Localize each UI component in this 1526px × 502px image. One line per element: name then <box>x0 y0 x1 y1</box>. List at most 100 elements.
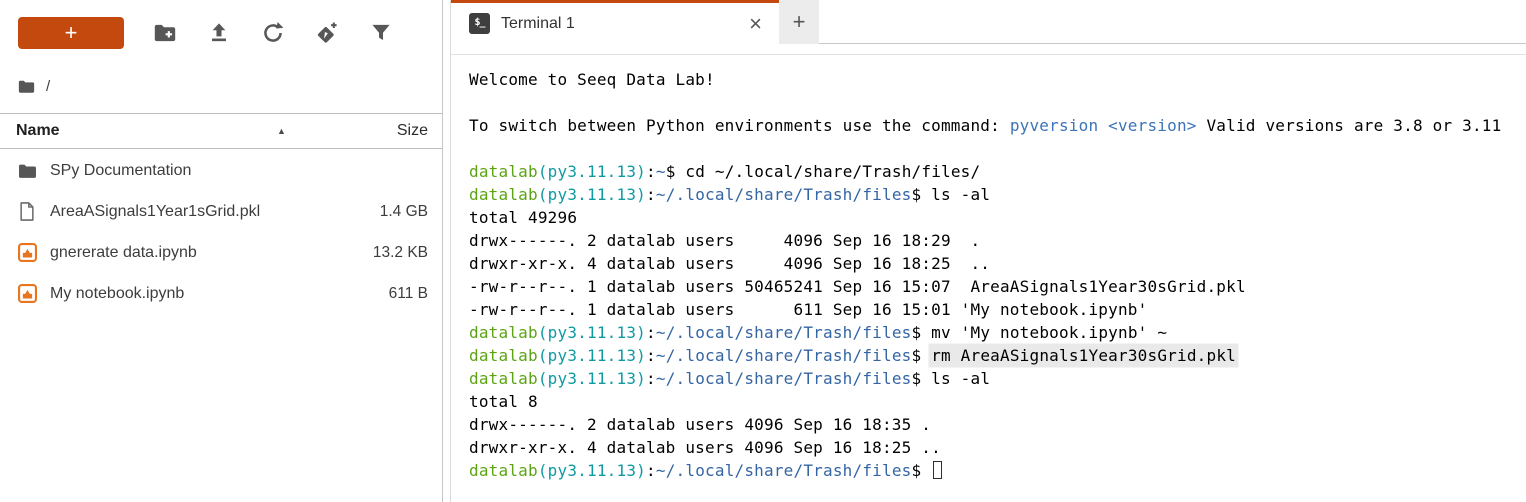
terminal-text-segment: datalab <box>469 461 538 480</box>
terminal-text-segment: total 49296 <box>469 208 577 227</box>
terminal-text-segment: $ ls -al <box>912 369 991 388</box>
terminal-text-segment: ~/.local/share/Trash/files <box>656 323 912 342</box>
notebook-icon <box>18 243 37 262</box>
root-folder-icon <box>18 79 35 94</box>
refresh-icon <box>261 21 285 45</box>
tab-terminal-1[interactable]: $_ Terminal 1 × <box>451 0 779 44</box>
terminal-text-segment: total 8 <box>469 392 538 411</box>
terminal-text-segment: : <box>646 323 656 342</box>
terminal-line: drwx------. 2 datalab users 4096 Sep 16 … <box>469 229 1526 252</box>
terminal-line <box>469 137 1526 160</box>
new-launcher-button[interactable]: + <box>18 17 124 49</box>
terminal-line: -rw-r--r--. 1 datalab users 50465241 Sep… <box>469 275 1526 298</box>
tag-plus-button[interactable] <box>314 20 340 46</box>
file-row[interactable]: My notebook.ipynb 611 B <box>0 273 443 314</box>
terminal-cursor <box>933 461 942 479</box>
new-folder-icon <box>153 21 177 45</box>
file-icon <box>18 201 36 222</box>
terminal-text-segment: : <box>646 162 656 181</box>
terminal-text-segment: drwx------. 2 datalab users 4096 Sep 16 … <box>469 231 980 250</box>
terminal-line: total 8 <box>469 390 1526 413</box>
terminal-line <box>469 91 1526 114</box>
terminal-line: datalab(py3.11.13):~/.local/share/Trash/… <box>469 459 1526 482</box>
name-column-header[interactable]: Name <box>16 122 60 140</box>
terminal-text-segment: drwxr-xr-x. 4 datalab users 4096 Sep 16 … <box>469 254 990 273</box>
terminal-text-segment: (py3.11.13) <box>538 346 646 365</box>
filter-icon <box>370 22 392 44</box>
terminal-line: drwxr-xr-x. 4 datalab users 4096 Sep 16 … <box>469 252 1526 275</box>
file-size: 13.2 KB <box>365 244 428 262</box>
terminal-line: Welcome to Seeq Data Lab! <box>469 68 1526 91</box>
refresh-button[interactable] <box>260 20 286 46</box>
tab-bar: $_ Terminal 1 × + <box>451 0 1526 44</box>
terminal-text-segment: $ ls -al <box>912 185 991 204</box>
terminal-text-segment: : <box>646 346 656 365</box>
terminal-text-segment: datalab <box>469 185 538 204</box>
file-browser-toolbar: + <box>18 17 394 49</box>
terminal-text-segment: $ <box>912 346 932 365</box>
terminal-text-segment: drwx------. 2 datalab users 4096 Sep 16 … <box>469 415 931 434</box>
terminal-line: datalab(py3.11.13):~/.local/share/Trash/… <box>469 183 1526 206</box>
terminal-text-segment: ~ <box>656 162 666 181</box>
file-list-header: Name ▲ Size <box>0 113 443 149</box>
terminal-text-segment: datalab <box>469 369 538 388</box>
terminal-text-segment: Valid versions are 3.8 or 3.11 <box>1197 116 1502 135</box>
terminal-text-segment: datalab <box>469 323 538 342</box>
file-row[interactable]: gnererate data.ipynb 13.2 KB <box>0 232 443 273</box>
terminal-text-segment: : <box>646 369 656 388</box>
terminal-text-segment: (py3.11.13) <box>538 461 646 480</box>
terminal-line: total 49296 <box>469 206 1526 229</box>
terminal-line: drwx------. 2 datalab users 4096 Sep 16 … <box>469 413 1526 436</box>
terminal-text-segment: pyversion <version> <box>1010 116 1197 135</box>
upload-button[interactable] <box>206 20 232 46</box>
breadcrumb-path: / <box>46 78 50 95</box>
terminal-text-segment: $ cd ~/.local/share/Trash/files/ <box>666 162 981 181</box>
close-tab-icon[interactable]: × <box>745 11 766 37</box>
terminal-text-segment: $ <box>912 461 932 480</box>
terminal-text-segment: ~/.local/share/Trash/files <box>656 346 912 365</box>
terminal-text-segment: $ mv 'My notebook.ipynb' ~ <box>912 323 1168 342</box>
tag-plus-icon <box>315 21 339 45</box>
tab-label: Terminal 1 <box>501 15 575 33</box>
terminal-text-segment: : <box>646 461 656 480</box>
terminal-text-segment: -rw-r--r--. 1 datalab users 50465241 Sep… <box>469 277 1246 296</box>
terminal-line: To switch between Python environments us… <box>469 114 1526 137</box>
terminal-text-segment: (py3.11.13) <box>538 162 646 181</box>
file-name: AreaASignals1Year1sGrid.pkl <box>50 203 260 221</box>
new-tab-button[interactable]: + <box>779 0 819 44</box>
file-name: My notebook.ipynb <box>50 285 184 303</box>
terminal-text-segment: Welcome to Seeq Data Lab! <box>469 70 715 89</box>
terminal-text-segment: (py3.11.13) <box>538 323 646 342</box>
terminal-icon: $_ <box>469 13 490 34</box>
file-row[interactable]: SPy Documentation <box>0 150 443 191</box>
terminal-text-segment: drwxr-xr-x. 4 datalab users 4096 Sep 16 … <box>469 438 941 457</box>
new-folder-button[interactable] <box>152 20 178 46</box>
terminal-text-segment: ~/.local/share/Trash/files <box>656 369 912 388</box>
size-column-header[interactable]: Size <box>397 122 428 140</box>
terminal-text-segment: To switch between Python environments us… <box>469 116 1010 135</box>
file-list: SPy Documentation AreaASignals1Year1sGrid… <box>0 150 443 314</box>
filter-button[interactable] <box>368 20 394 46</box>
notebook-icon <box>18 284 37 303</box>
seeq-data-lab-app: + <box>0 0 1526 502</box>
file-name: gnererate data.ipynb <box>50 244 197 262</box>
terminal-line: datalab(py3.11.13):~/.local/share/Trash/… <box>469 344 1526 367</box>
terminal-text-segment: -rw-r--r--. 1 datalab users 611 Sep 16 1… <box>469 300 1147 319</box>
terminal-container: Welcome to Seeq Data Lab! To switch betw… <box>451 54 1526 501</box>
terminal-line: datalab(py3.11.13):~$ cd ~/.local/share/… <box>469 160 1526 183</box>
upload-icon <box>207 21 231 45</box>
terminal-line: -rw-r--r--. 1 datalab users 611 Sep 16 1… <box>469 298 1526 321</box>
file-size: 611 B <box>381 285 428 303</box>
terminal-text-segment: : <box>646 185 656 204</box>
breadcrumb[interactable]: / <box>18 76 50 96</box>
terminal-text-segment: ~/.local/share/Trash/files <box>656 185 912 204</box>
folder-icon <box>18 163 37 179</box>
terminal-text-segment: datalab <box>469 346 538 365</box>
file-name: SPy Documentation <box>50 162 191 180</box>
file-row[interactable]: AreaASignals1Year1sGrid.pkl1.4 GB <box>0 191 443 232</box>
terminal-output[interactable]: Welcome to Seeq Data Lab! To switch betw… <box>451 55 1526 482</box>
sort-caret-up-icon[interactable]: ▲ <box>277 126 286 136</box>
terminal-text-segment: datalab <box>469 162 538 181</box>
terminal-panel: $_ Terminal 1 × + Welcome to Seeq Data L… <box>450 0 1526 502</box>
terminal-text-segment: (py3.11.13) <box>538 369 646 388</box>
